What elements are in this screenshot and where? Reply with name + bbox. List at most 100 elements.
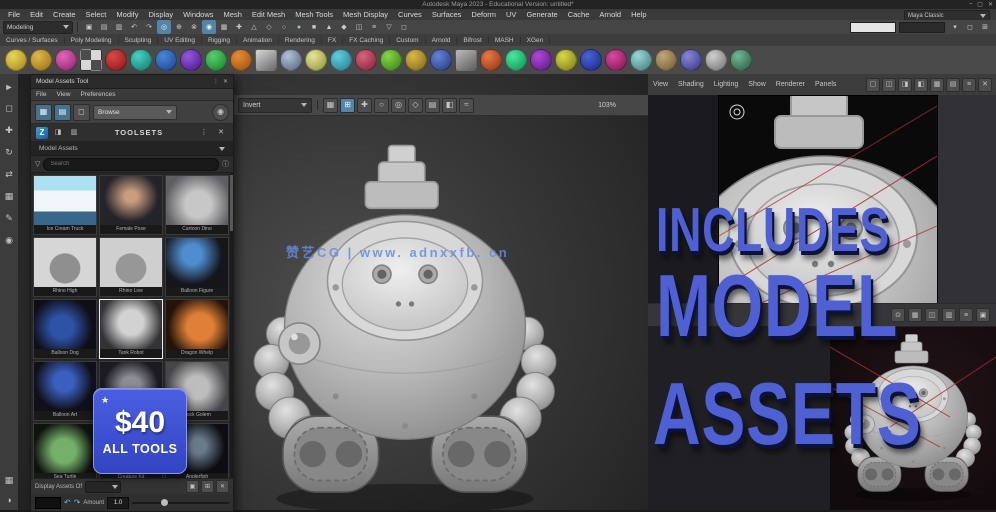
menu-item[interactable]: File: [3, 10, 25, 19]
status-icon[interactable]: ≡: [367, 20, 381, 34]
toolsets-header-icon[interactable]: ◨: [51, 126, 65, 140]
shelf-tool-icon[interactable]: [305, 49, 327, 71]
kebab-menu-icon[interactable]: ⋮: [197, 126, 211, 140]
asset-thumbnail[interactable]: Ice Cream Truck: [33, 175, 97, 235]
shelf-tab[interactable]: Bifrost: [457, 37, 488, 44]
sculpt-tool-icon[interactable]: ≈: [459, 98, 474, 113]
sculpt-tool-icon[interactable]: ○: [374, 98, 389, 113]
shelf-tool-icon[interactable]: [30, 49, 52, 71]
menu-item[interactable]: Surfaces: [427, 10, 467, 19]
footer-icon[interactable]: ▣: [186, 480, 199, 493]
status-icon[interactable]: ↶: [127, 20, 141, 34]
menu-item[interactable]: Display: [144, 10, 179, 19]
shelf-tool-icon[interactable]: [505, 49, 527, 71]
toolbox-icon[interactable]: ✚: [3, 124, 16, 137]
toolbox-icon[interactable]: ►: [3, 80, 16, 93]
viewport-control-icon[interactable]: ◫: [925, 308, 939, 322]
asset-thumbnail[interactable]: Sea Turtle: [33, 423, 97, 478]
menu-item[interactable]: Help: [626, 10, 651, 19]
shelf-tool-icon[interactable]: [655, 49, 677, 71]
panel-header-icon[interactable]: ▢: [866, 78, 880, 92]
footer-icon[interactable]: ⊞: [201, 480, 214, 493]
shelf-tool-icon[interactable]: [130, 49, 152, 71]
status-icon[interactable]: ▣: [82, 20, 96, 34]
panel-menu-item[interactable]: Renderer: [771, 81, 810, 88]
status-right-icon[interactable]: ◻: [963, 20, 977, 34]
status-icon[interactable]: ▤: [97, 20, 111, 34]
shelf-tool-icon[interactable]: [230, 49, 252, 71]
asset-thumbnail[interactable]: Balloon Figure: [165, 237, 229, 297]
panel-menu-item[interactable]: Shading: [673, 81, 709, 88]
status-icon[interactable]: ◎: [157, 20, 171, 34]
panel-menu-item[interactable]: Lighting: [709, 81, 744, 88]
amount-value[interactable]: 1.0: [107, 497, 129, 509]
shelf-tool-icon[interactable]: [280, 49, 302, 71]
asset-thumbnail[interactable]: Dragon Whelp: [165, 299, 229, 359]
panel-tool-icon[interactable]: ◻: [73, 104, 90, 121]
shelf-tool-icon[interactable]: [205, 49, 227, 71]
shelf-tool-icon[interactable]: [680, 49, 702, 71]
toolbox-icon[interactable]: ◉: [3, 234, 16, 247]
toolbox-bottom-icon[interactable]: ▦: [3, 474, 16, 487]
status-icon[interactable]: ✚: [232, 20, 246, 34]
undo-icon[interactable]: ↶: [64, 498, 71, 507]
status-icon[interactable]: ◇: [262, 20, 276, 34]
asset-thumbnail[interactable]: Rhino High: [33, 237, 97, 297]
menu-item[interactable]: Curves: [393, 10, 427, 19]
status-icon[interactable]: ▦: [217, 20, 231, 34]
viewport-control-icon[interactable]: ≡: [959, 308, 973, 322]
assets-section-header[interactable]: Model Assets: [31, 142, 233, 156]
quick-select-field[interactable]: [850, 22, 896, 33]
panel-menu-item[interactable]: View: [648, 81, 673, 88]
status-icon[interactable]: ↷: [142, 20, 156, 34]
status-right-icon[interactable]: ⊞: [978, 20, 992, 34]
viewport-control-icon[interactable]: ▥: [942, 308, 956, 322]
scrollbar[interactable]: [230, 173, 233, 478]
display-assets-dropdown[interactable]: [85, 481, 121, 493]
shelf-tool-icon[interactable]: [630, 49, 652, 71]
toolbox-icon[interactable]: ⇄: [3, 168, 16, 181]
asset-thumbnail[interactable]: Cartoon Dino: [165, 175, 229, 235]
asset-thumbnail[interactable]: Balloon Art: [33, 361, 97, 421]
panel-menu-item[interactable]: Panels: [810, 81, 841, 88]
panel-menu-icon[interactable]: ⋮: [213, 78, 219, 85]
sphere-preview-icon[interactable]: ◉: [212, 104, 229, 121]
panel-tool-icon[interactable]: ▤: [54, 104, 71, 121]
panel-header-icon[interactable]: ◫: [882, 78, 896, 92]
shelf-tab[interactable]: Animation: [237, 37, 279, 44]
shelf-tool-icon[interactable]: [380, 49, 402, 71]
viewport-control-icon[interactable]: ▣: [976, 308, 990, 322]
menu-item[interactable]: Generate: [521, 10, 562, 19]
z-logo-icon[interactable]: Z: [36, 127, 48, 139]
sculpt-tool-icon[interactable]: ◇: [408, 98, 423, 113]
status-icon[interactable]: ■: [307, 20, 321, 34]
menu-item[interactable]: Windows: [178, 10, 218, 19]
sculpt-tool-icon[interactable]: ⊞: [340, 98, 355, 113]
viewport-control-icon[interactable]: ⊙: [891, 308, 905, 322]
status-icon[interactable]: ▲: [322, 20, 336, 34]
asset-thumbnail[interactable]: Rhino Low: [99, 237, 163, 297]
toolbox-icon[interactable]: ▦: [3, 190, 16, 203]
sculpt-tool-icon[interactable]: ▤: [425, 98, 440, 113]
shelf-tool-icon[interactable]: [55, 49, 77, 71]
status-icon[interactable]: ◻: [397, 20, 411, 34]
browse-dropdown[interactable]: Browse: [93, 105, 177, 120]
shelf-tool-icon[interactable]: [155, 49, 177, 71]
secondary-viewport-top[interactable]: [718, 95, 938, 305]
shelf-tab[interactable]: Arnold: [426, 37, 458, 44]
panel-titlebar[interactable]: Model Assets Tool ⋮ ✕: [31, 75, 233, 89]
shelf-tool-icon[interactable]: [180, 49, 202, 71]
shelf-tab[interactable]: Sculpting: [119, 37, 159, 44]
status-icon[interactable]: ⊗: [187, 20, 201, 34]
menu-item[interactable]: Arnold: [594, 10, 626, 19]
shelf-tool-icon[interactable]: [5, 49, 27, 71]
status-icon[interactable]: ○: [277, 20, 291, 34]
shelf-tab[interactable]: Curves / Surfaces: [0, 37, 65, 44]
panel-header-icon[interactable]: ◧: [914, 78, 928, 92]
toolsets-close-icon[interactable]: ✕: [214, 126, 228, 140]
status-icon[interactable]: ◉: [202, 20, 216, 34]
panel-header-icon[interactable]: ≡: [962, 78, 976, 92]
shelf-tab[interactable]: FX Caching: [343, 37, 390, 44]
shelf-tool-icon[interactable]: [730, 49, 752, 71]
slider-knob[interactable]: [161, 499, 168, 506]
